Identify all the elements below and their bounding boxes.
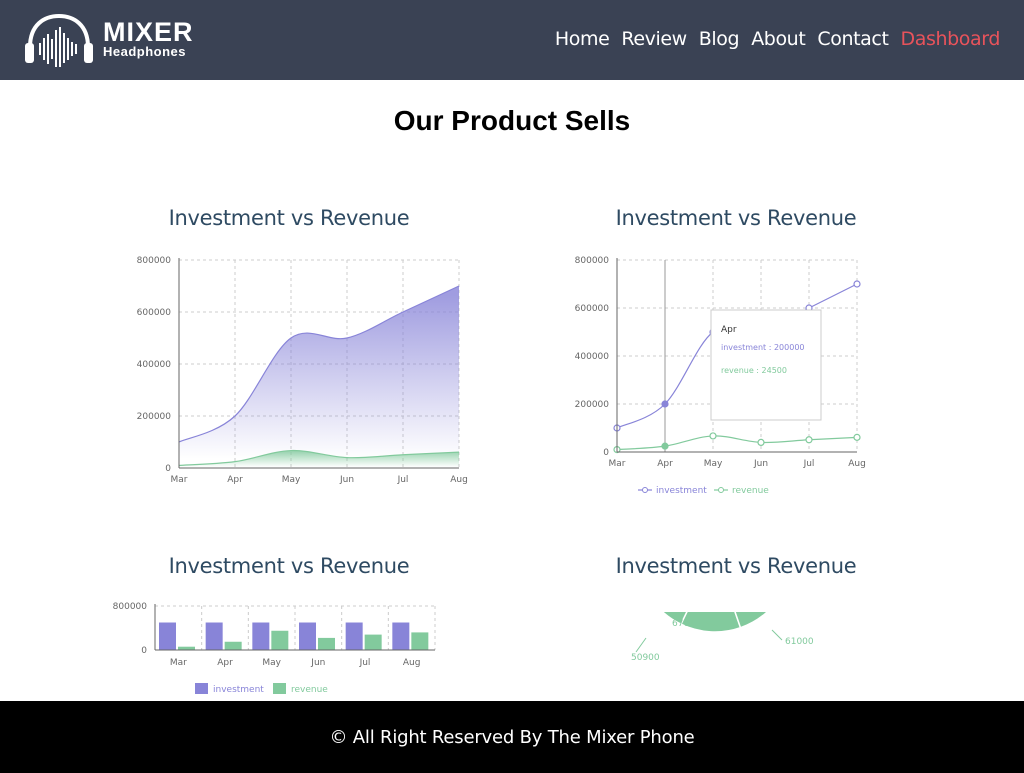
revenue-bar	[318, 637, 335, 650]
bar-chart[interactable]: 800000 0 Mar Apr May Jun Jul Aug investment reven…	[110, 598, 450, 698]
legend-marker	[642, 487, 648, 493]
tooltip-label: Apr	[721, 325, 737, 335]
headphones-waveform-icon	[25, 13, 93, 67]
legend-label: revenue	[732, 486, 769, 496]
logo[interactable]: MIXER Headphones	[24, 13, 204, 67]
x-tick-label: Mar	[609, 459, 626, 469]
pie-label-line	[635, 637, 647, 653]
x-tick-label: Aug	[403, 658, 421, 668]
x-tick-label: Jun	[753, 459, 768, 469]
legend-marker	[718, 487, 724, 493]
y-tick-label: 400000	[575, 352, 610, 362]
investment-bar	[392, 622, 410, 650]
legend-swatch	[273, 683, 286, 694]
x-tick-label: May	[704, 459, 723, 469]
y-tick-label: 800000	[137, 256, 172, 266]
revenue-point	[709, 432, 717, 440]
y-tick-label: 600000	[575, 304, 610, 314]
x-tick-label: Apr	[227, 475, 243, 485]
revenue-line	[616, 435, 858, 451]
y-tick-label: 800000	[575, 256, 610, 266]
investment-point	[853, 280, 861, 288]
y-tick-label: 800000	[113, 602, 148, 612]
nav-about[interactable]: About	[751, 28, 806, 50]
revenue-point	[661, 442, 669, 450]
y-tick-label: 0	[141, 646, 147, 656]
revenue-point	[853, 433, 861, 441]
x-tick-label: Apr	[657, 459, 673, 469]
investment-bar	[205, 622, 223, 650]
nav-contact[interactable]: Contact	[817, 28, 889, 50]
chart-tooltip: Apr investment : 200000 revenue : 24500	[710, 309, 822, 421]
pie-slice	[734, 612, 769, 629]
investment-point	[661, 400, 669, 408]
pie-label: 50900	[631, 653, 660, 663]
chart-2-title: Investment vs Revenue	[615, 206, 857, 230]
x-tick-label: Jul	[359, 658, 371, 668]
investment-bar	[345, 622, 363, 650]
footer-copyright: © All Right Reserved By The Mixer Phone	[329, 727, 695, 748]
x-tick-label: Mar	[171, 475, 188, 485]
legend-swatch	[195, 683, 208, 694]
x-tick-label: Aug	[848, 459, 866, 469]
revenue-bar	[224, 641, 242, 650]
page-title: Our Product Sells	[393, 105, 631, 136]
y-tick-label: 200000	[575, 400, 610, 410]
x-tick-label: Jul	[397, 475, 409, 485]
legend-label: investment	[656, 486, 707, 496]
pie-label: 67010	[672, 619, 701, 629]
nav-dashboard[interactable]: Dashboard	[901, 28, 1001, 50]
revenue-point	[805, 436, 813, 444]
x-tick-label: May	[282, 475, 301, 485]
pie-label-line	[771, 629, 783, 641]
investment-area	[179, 286, 459, 468]
site-footer: © All Right Reserved By The Mixer Phone	[0, 701, 1024, 773]
nav-review[interactable]: Review	[621, 28, 687, 50]
y-tick-label: 400000	[137, 360, 172, 370]
x-tick-label: Mar	[170, 658, 187, 668]
chart-3-title: Investment vs Revenue	[168, 554, 410, 578]
y-tick-label: 0	[165, 464, 171, 474]
revenue-bar	[364, 634, 382, 650]
site-header: MIXER Headphones Home Review Blog About …	[0, 0, 1024, 80]
y-tick-label: 200000	[137, 412, 172, 422]
main-nav: Home Review Blog About Contact Dashboard	[555, 28, 1001, 50]
y-tick-label: 0	[603, 448, 609, 458]
x-tick-label: Aug	[450, 475, 468, 485]
y-tick-label: 600000	[137, 308, 172, 318]
revenue-point	[757, 438, 765, 446]
area-chart[interactable]: 0 200000 400000 600000 800000 Mar Apr May Jun Jul…	[120, 250, 480, 490]
x-tick-label: Jul	[803, 459, 815, 469]
x-tick-label: Jun	[339, 475, 354, 485]
investment-bar	[159, 622, 176, 650]
chart-1-title: Investment vs Revenue	[168, 206, 410, 230]
x-tick-label: May	[262, 658, 281, 668]
legend-label: investment	[213, 685, 264, 695]
logo-subtitle: Headphones	[103, 44, 187, 59]
nav-home[interactable]: Home	[555, 28, 610, 50]
legend-label: revenue	[291, 685, 328, 695]
tooltip-investment: investment : 200000	[721, 343, 805, 352]
revenue-bar	[411, 632, 429, 650]
investment-bar	[252, 622, 270, 650]
x-tick-label: Apr	[217, 658, 233, 668]
chart-4-title: Investment vs Revenue	[615, 554, 857, 578]
tooltip-revenue: revenue : 24500	[721, 366, 787, 375]
line-chart[interactable]: 0 200000 400000 600000 800000 Mar Apr May Jun Jul…	[560, 250, 880, 500]
pie-chart[interactable]: 50900 67010 61000	[620, 612, 830, 672]
x-tick-label: Jun	[310, 658, 325, 668]
pie-label: 61000	[785, 637, 814, 647]
investment-bar	[299, 622, 316, 650]
revenue-bar	[271, 630, 289, 650]
nav-blog[interactable]: Blog	[699, 28, 740, 50]
